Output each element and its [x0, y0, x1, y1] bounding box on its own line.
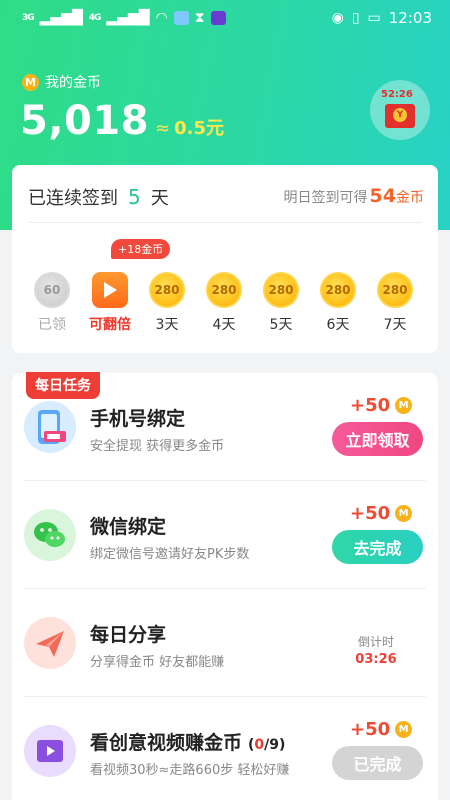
day-coin: 60: [34, 272, 70, 308]
coin-icon: M: [22, 73, 39, 91]
play-video-icon: [92, 272, 128, 308]
day-item: 280 3天: [138, 272, 196, 334]
day-label: 5天: [269, 317, 293, 333]
go-complete-button[interactable]: 去完成: [332, 530, 423, 564]
day-item: 280 7天: [366, 272, 424, 334]
signin-days-row: 60 已领 可翻倍 280 3天 280 4天 280 5天 280 6天 28…: [12, 272, 438, 334]
task-title: 微信绑定: [90, 516, 167, 538]
video-icon: [24, 725, 76, 777]
tomorrow-prefix: 明日签到可得: [283, 190, 368, 206]
progress-done: 0: [254, 737, 265, 753]
my-coins-label: M 我的金币: [22, 72, 101, 92]
countdown-label: 倒计时: [357, 635, 394, 649]
day-item-double[interactable]: 可翻倍: [81, 272, 139, 334]
vibrate-icon: ▯: [351, 10, 360, 26]
task-progress: (0/9): [248, 737, 285, 753]
completed-button[interactable]: 已完成: [332, 746, 423, 780]
day-coin: 280: [377, 272, 413, 308]
status-left: 3G ▂▄▆█ 4G ▂▄▆█ ◠ ⧗: [22, 10, 226, 26]
task-subtitle: 看视频30秒≈走路660步 轻松好赚: [90, 763, 290, 778]
task-item-phone-binding: 手机号绑定 安全提现 获得更多金币 +50 M 立即领取: [12, 373, 438, 481]
daily-tasks-card: 每日任务 手机号绑定 安全提现 获得更多金币 +50 M 立即领取 微信绑定 绑…: [12, 372, 438, 800]
signin-streak: 已连续签到 5 天: [28, 184, 169, 210]
red-packet-timer: 52:26: [381, 89, 413, 100]
signin-days: 5: [128, 185, 141, 209]
balance-number: 5,018: [20, 98, 150, 144]
task-reward: +50 M: [350, 503, 413, 524]
coin-icon: M: [395, 505, 413, 522]
day-coin: 280: [263, 272, 299, 308]
wifi-icon: ◠: [155, 10, 168, 26]
claim-now-button[interactable]: 立即领取: [332, 422, 423, 456]
share-countdown: 倒计时 03:26: [347, 633, 405, 667]
task-reward: +50 M: [350, 719, 413, 740]
countdown-value: 03:26: [355, 652, 397, 667]
tomorrow-amount: 54: [369, 185, 396, 207]
reward-amount: +50: [350, 395, 391, 416]
status-bar: 3G ▂▄▆█ 4G ▂▄▆█ ◠ ⧗ ◉ ▯ ▭ 12:03: [0, 0, 450, 36]
day-coin: 280: [149, 272, 185, 308]
tomorrow-unit: 金币: [396, 190, 424, 206]
divider: [28, 222, 422, 223]
task-title: 手机号绑定: [90, 408, 186, 430]
coin-icon: M: [395, 397, 413, 414]
day-item: 60 已领: [23, 272, 81, 334]
day-label: 4天: [212, 317, 236, 333]
signal-icon: 3G: [22, 13, 35, 23]
red-packet-button[interactable]: 52:26 Y: [370, 80, 430, 140]
task-item-wechat-binding: 微信绑定 绑定微信号邀请好友PK步数 +50 M 去完成: [12, 481, 438, 589]
my-coins-text: 我的金币: [45, 75, 101, 91]
battery-icon: ▭: [367, 10, 381, 26]
status-right: ◉ ▯ ▭ 12:03: [332, 9, 432, 27]
signal-icon-2: 4G: [88, 13, 102, 23]
day-label: 可翻倍: [89, 317, 131, 333]
task-title-text: 看创意视频赚金币: [90, 732, 243, 754]
signin-suffix: 天: [150, 188, 169, 209]
signin-card: 已连续签到 5 天 明日签到可得 54 金币 +18金币 60 已领 可翻倍 2…: [12, 165, 438, 353]
task-subtitle: 安全提现 获得更多金币: [90, 439, 225, 454]
task-item-daily-share: 每日分享 分享得金币 好友都能赚 倒计时 03:26: [12, 589, 438, 697]
paper-plane-icon: [24, 617, 76, 669]
day-coin: 280: [206, 272, 242, 308]
task-reward: +50 M: [350, 395, 413, 416]
day-label: 3天: [155, 317, 179, 333]
signal-bars-icon: ▂▄▆█: [39, 10, 83, 26]
approx-sign: ≈: [155, 118, 171, 139]
signal-bars-icon-2: ▂▄▆█: [106, 10, 150, 26]
hourglass-icon: ⧗: [194, 10, 205, 26]
status-time: 12:03: [388, 9, 432, 27]
balance-yuan: 0.5元: [174, 118, 225, 139]
progress-total: /9): [264, 737, 286, 753]
task-item-watch-video: 看创意视频赚金币 (0/9) 看视频30秒≈走路660步 轻松好赚 +50 M 已…: [12, 697, 438, 800]
task-title: 看创意视频赚金币 (0/9): [90, 728, 285, 755]
video-app-icon: [210, 11, 226, 25]
wechat-icon: [24, 509, 76, 561]
photo-app-icon: [173, 11, 189, 25]
yuan-coin-icon: Y: [393, 108, 407, 122]
task-subtitle: 绑定微信号邀请好友PK步数: [90, 547, 250, 562]
day-label: 6天: [326, 317, 350, 333]
signin-prefix: 已连续签到: [28, 188, 118, 209]
day-coin: 280: [320, 272, 356, 308]
red-envelope-icon: Y: [385, 104, 415, 128]
task-title: 每日分享: [90, 624, 167, 646]
coin-balance[interactable]: 5,018 ≈ 0.5元: [20, 98, 224, 144]
eye-icon: ◉: [331, 10, 344, 26]
tomorrow-reward: 明日签到可得 54 金币: [284, 185, 424, 207]
coin-icon: M: [395, 721, 413, 738]
day-label: 7天: [383, 317, 407, 333]
day-item: 280 5天: [252, 272, 310, 334]
day-item: 280 6天: [309, 272, 367, 334]
day-label: 已领: [38, 317, 66, 333]
phone-icon: [24, 401, 76, 453]
day-item: 280 4天: [195, 272, 253, 334]
task-subtitle: 分享得金币 好友都能赚: [90, 655, 225, 670]
bonus-tag: +18金币: [111, 239, 171, 259]
reward-amount: +50: [350, 503, 391, 524]
reward-amount: +50: [350, 719, 391, 740]
